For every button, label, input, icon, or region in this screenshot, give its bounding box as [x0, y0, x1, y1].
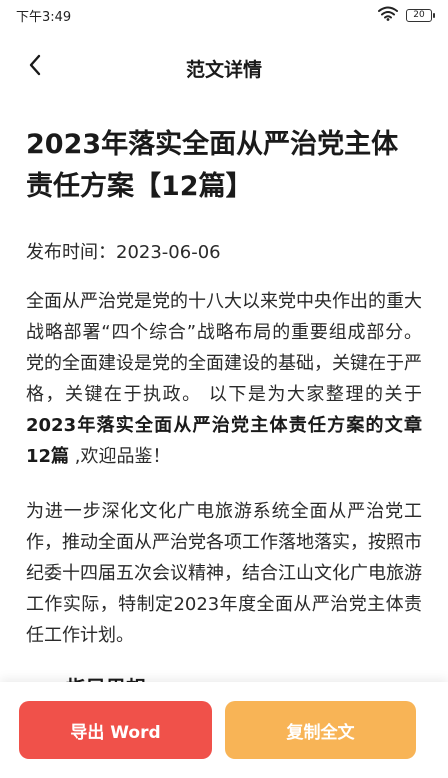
- status-bar: 下午3:49 20: [0, 0, 448, 30]
- back-button[interactable]: [18, 50, 52, 84]
- battery-level: 20: [413, 9, 425, 20]
- app-header: 范文详情: [0, 42, 448, 94]
- intro-ending: ,欢迎品鉴！: [69, 446, 171, 467]
- intro-paragraph: 全面从严治党是党的十八大以来党中央作出的重大战略部署“四个综合”战略布局的重要组…: [26, 286, 422, 472]
- publish-date: 2023-06-06: [116, 242, 221, 263]
- copy-all-button[interactable]: 复制全文: [225, 701, 416, 759]
- chevron-left-icon: [28, 54, 42, 80]
- article-content: 2023年落实全面从严治党主体责任方案【12篇】 发布时间：2023-06-06…: [26, 124, 422, 703]
- page-title: 范文详情: [185, 58, 262, 81]
- bottom-action-bar: 导出 Word 复制全文: [0, 682, 448, 778]
- wifi-icon: [378, 6, 398, 25]
- article-title: 2023年落实全面从严治党主体责任方案【12篇】: [26, 129, 399, 202]
- publish-info: 发布时间：2023-06-06: [26, 240, 422, 266]
- status-icons: 20: [378, 6, 435, 25]
- publish-label: 发布时间：: [26, 242, 116, 263]
- intro-text: 全面从严治党是党的十八大以来党中央作出的重大战略部署“四个综合”战略布局的重要组…: [26, 291, 422, 405]
- export-word-button[interactable]: 导出 Word: [19, 701, 212, 759]
- battery-icon: 20: [406, 8, 435, 22]
- body-paragraph: 为进一步深化文化广电旅游系统全面从严治党工作，推动全面从严治党各项工作落地落实，…: [26, 501, 422, 646]
- status-time: 下午3:49: [16, 9, 72, 25]
